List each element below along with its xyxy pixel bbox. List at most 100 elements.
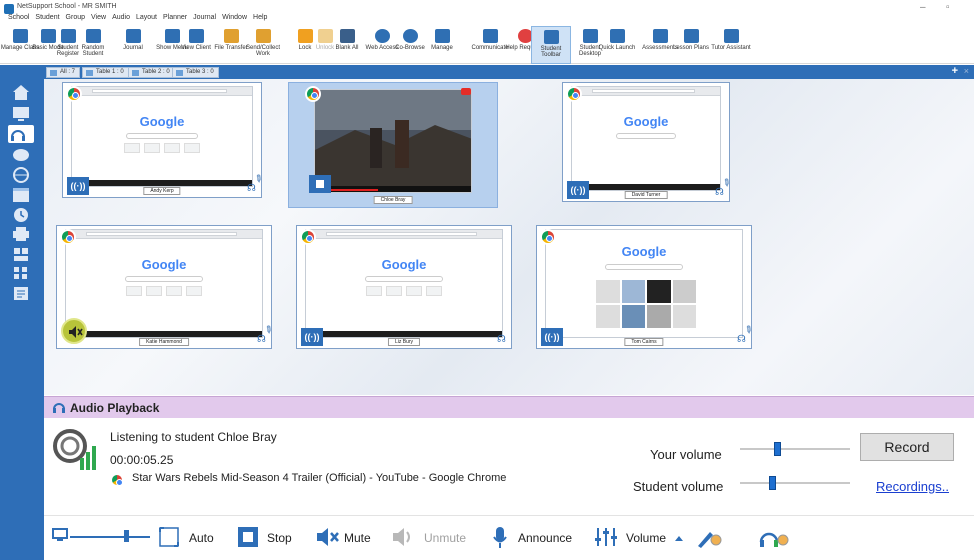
journal-icon [125, 29, 141, 43]
shortcut-tiles [355, 286, 453, 306]
menu-student[interactable]: Student [35, 14, 59, 24]
menu-audio[interactable]: Audio [112, 14, 130, 24]
stop-button[interactable]: Stop [267, 531, 292, 545]
restore-button[interactable]: ▫ [946, 2, 950, 13]
toolbar-random-student[interactable]: Random Student [73, 26, 113, 64]
sidebar-devices[interactable] [11, 245, 31, 263]
zoom-slider[interactable] [70, 536, 150, 538]
sidebar-home[interactable] [11, 83, 31, 101]
student-thumbnail[interactable]: Google ((·)) ☊ Liz Bury [296, 225, 512, 349]
toolbar-label: Tutor Assistant [711, 45, 751, 51]
toolbar-student-toolbar[interactable]: Student Toolbar [531, 26, 571, 64]
printer-icon [13, 227, 29, 241]
student-name: Andy Kerp [143, 187, 181, 195]
toolbar-tutor-assistant[interactable]: Tutor Assistant [711, 26, 751, 64]
recordings-link[interactable]: Recordings.. [876, 479, 949, 494]
sidebar-monitor[interactable] [11, 105, 31, 123]
toolbar-communicate[interactable]: Communicate [470, 26, 510, 64]
student-thumbnail[interactable]: Google ((·)) ☊ ✎ David Turner [562, 82, 733, 202]
manage-icon [434, 29, 450, 43]
keypad-icon [14, 267, 27, 279]
assessments-icon [652, 29, 668, 43]
group-icon [50, 70, 57, 76]
volume-sliders-icon[interactable] [594, 526, 620, 548]
menu-journal[interactable]: Journal [193, 14, 216, 24]
menu-layout[interactable]: Layout [136, 14, 157, 24]
group-tabs-bar: All : 7 Table 1 : 0 Table 2 : 0 Table 3 … [44, 65, 974, 79]
app-icon [4, 4, 14, 14]
student-name: Tom Cairns [624, 338, 664, 346]
sidebar-chat[interactable] [11, 147, 31, 165]
video-frame [315, 90, 471, 192]
sidebar-applications[interactable] [11, 186, 31, 204]
menu-window[interactable]: Window [222, 14, 247, 24]
tab-table-2[interactable]: Table 2 : 0 [128, 67, 175, 78]
clock-icon [14, 208, 28, 222]
toolbar-blank-all[interactable]: Blank All [327, 26, 367, 64]
sidebar-printer[interactable] [11, 225, 31, 243]
add-tab-button[interactable]: + [952, 65, 958, 77]
volume-button[interactable]: Volume [626, 531, 666, 545]
student-thumbnail[interactable]: Google ((·)) ☊ ✎ Tom Cairns [536, 225, 755, 349]
zoom-slider-knob[interactable] [124, 530, 129, 542]
tab-table-3[interactable]: Table 3 : 0 [172, 67, 219, 78]
chrome-icon [66, 86, 82, 102]
toolbar-label: Journal [123, 45, 143, 51]
announce-button[interactable]: Announce [518, 531, 572, 545]
student-thumbnail[interactable]: Google ((·)) ☊ ✎ Andy Kerp [62, 82, 265, 198]
student-toolbar-icon [543, 30, 559, 44]
menu-school[interactable]: School [8, 14, 29, 24]
browser-chrome [66, 230, 262, 239]
sidebar-keyboard[interactable] [11, 264, 31, 282]
audio-playback-title: Audio Playback [70, 401, 160, 415]
toolbar-label: Lesson Plans [672, 45, 710, 51]
chevron-up-icon[interactable] [674, 534, 684, 542]
sidebar-audio[interactable] [8, 125, 34, 143]
menu-view[interactable]: View [91, 14, 106, 24]
google-logo: Google [381, 257, 427, 272]
tab-all[interactable]: All : 7 [46, 67, 81, 78]
toolbar-journal[interactable]: Journal [113, 26, 153, 64]
toolbar-quick-launch[interactable]: Quick Launch [597, 26, 637, 64]
menu-planner[interactable]: Planner [163, 14, 187, 24]
sidebar-survey[interactable] [11, 285, 31, 303]
student-thumbnail[interactable]: Google ☊ ✎ Katie Hammond [56, 225, 275, 349]
stop-icon[interactable] [237, 526, 259, 548]
microphone-icon[interactable] [492, 526, 508, 550]
toolbar-label: Student Toolbar [540, 46, 562, 58]
google-logo: Google [621, 244, 667, 259]
headphones-status-icon[interactable] [759, 526, 789, 550]
slider-knob[interactable] [769, 476, 776, 490]
tab-table-1[interactable]: Table 1 : 0 [82, 67, 129, 78]
auto-button[interactable]: Auto [189, 531, 214, 545]
main-toolbar: Manage Class Basic Mode Student Register… [0, 26, 974, 64]
sidebar-web[interactable] [11, 166, 31, 184]
record-button[interactable]: Record [860, 433, 954, 461]
fit-screen-icon[interactable] [158, 526, 180, 548]
unmute-icon [393, 528, 410, 546]
student-volume-slider[interactable] [740, 476, 850, 490]
sidebar-history[interactable] [11, 206, 31, 224]
toolbar-label: Random Student [81, 45, 105, 57]
toolbar-label: Manage [431, 45, 453, 51]
close-tab-button[interactable]: × [964, 66, 969, 76]
student-thumbnail-selected[interactable]: Chloe Bray [288, 82, 498, 208]
mute-icon[interactable] [316, 526, 340, 548]
toolbar-lesson-plans[interactable]: Lesson Plans [671, 26, 711, 64]
menu-group[interactable]: Group [66, 14, 85, 24]
audio-pen-icon[interactable] [696, 526, 722, 550]
toolbar-label: Blank All [335, 45, 359, 51]
toolbar-manage[interactable]: Manage [422, 26, 462, 64]
slider-knob[interactable] [774, 442, 781, 456]
tab-label: Table 2 : 0 [142, 69, 170, 75]
slider-track [740, 482, 850, 484]
your-volume-slider[interactable] [740, 442, 850, 456]
monitor-icon[interactable] [52, 528, 68, 542]
audio-wave-icon: ((·)) [67, 177, 89, 195]
toolbar-view-client[interactable]: View Client [176, 26, 216, 64]
minimize-button[interactable]: – [920, 2, 926, 13]
toolbar-send-collect[interactable]: Send/Collect Work [243, 26, 283, 64]
menu-help[interactable]: Help [253, 14, 267, 24]
student-screen: Google [571, 86, 721, 191]
mute-button[interactable]: Mute [344, 531, 371, 545]
